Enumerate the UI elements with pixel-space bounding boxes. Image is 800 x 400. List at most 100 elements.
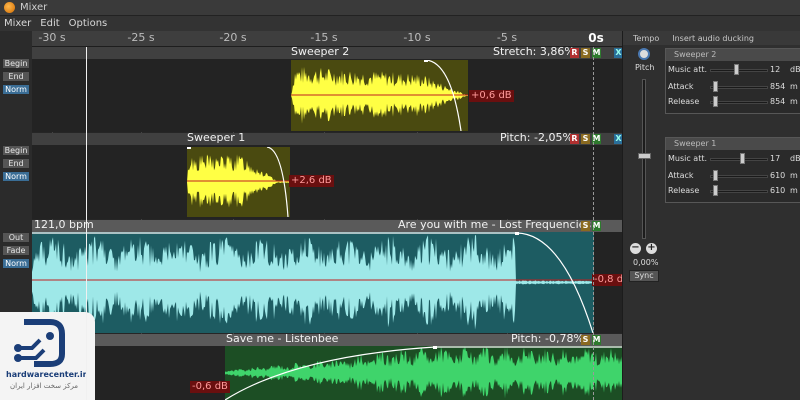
song1-out-button[interactable]: Out <box>2 232 30 243</box>
ducking-label: Music att. <box>668 65 708 74</box>
ducking-value: 610 <box>770 186 786 195</box>
sweeper1-norm-button[interactable]: Norm <box>2 171 30 182</box>
ducking-label: Release <box>668 186 700 195</box>
audio-clip[interactable] <box>32 232 594 333</box>
track-song-2[interactable]: bpm Save me - Listenbee Pitch: -0,78% S … <box>32 332 622 400</box>
track-sweeper-2[interactable]: Sweeper 2 Stretch: 3,86% R S M X +0,6 dB <box>32 47 622 132</box>
track-title: Sweeper 1 <box>187 131 246 144</box>
record-icon[interactable]: R <box>570 48 579 58</box>
ducking-row-music-att: Music att. 12 dB <box>666 64 800 76</box>
gain-label: +0,6 dB <box>469 90 514 102</box>
track-bpm: 121,0 bpm <box>34 218 94 231</box>
title-bar: Mixer <box>0 0 800 16</box>
gain-label: -0,6 dB <box>190 381 230 393</box>
tracks-area[interactable]: Sweeper 2 Stretch: 3,86% R S M X +0,6 dB… <box>32 47 622 400</box>
ducking-row-attack: Attack 854 m <box>666 81 800 93</box>
song1-fade-button[interactable]: Fade <box>2 245 30 256</box>
track-body: +2,6 dB <box>32 145 622 219</box>
track-sweeper-1[interactable]: Sweeper 1 Pitch: -2,05% R S M X +2,6 dB <box>32 131 622 219</box>
close-icon[interactable]: X <box>614 48 622 58</box>
tick-label: -20 s <box>219 31 247 44</box>
ducking-slider-thumb[interactable] <box>712 170 718 181</box>
track-body: +0,6 dB <box>32 59 622 132</box>
ducking-group-title: Sweeper 2 <box>666 49 800 61</box>
solo-icon[interactable]: S <box>581 134 590 144</box>
circuit-logo-icon <box>14 319 65 367</box>
sweeper1-begin-button[interactable]: Begin <box>2 145 30 156</box>
ducking-value: 610 <box>770 171 786 180</box>
tab-tempo[interactable]: Tempo <box>633 34 659 43</box>
watermark-site: hardwarecenter.ir <box>6 370 87 379</box>
pitch-slider[interactable] <box>642 79 646 239</box>
solo-icon[interactable]: S <box>581 335 590 345</box>
ducking-value: 854 <box>770 97 786 106</box>
ducking-slider[interactable] <box>710 86 768 89</box>
ducking-value: 854 <box>770 82 786 91</box>
track-body: -0,8 dB <box>32 232 622 333</box>
ducking-group-title: Sweeper 1 <box>666 138 800 150</box>
audio-clip[interactable] <box>291 60 468 131</box>
waveform <box>291 60 468 131</box>
ducking-unit: m <box>790 171 798 180</box>
sweeper2-end-button[interactable]: End <box>2 71 30 82</box>
audio-clip[interactable] <box>225 346 622 400</box>
ducking-slider[interactable] <box>710 175 768 178</box>
track-header: bpm Save me - Listenbee Pitch: -0,78% S … <box>32 332 622 346</box>
close-icon[interactable]: X <box>614 134 622 144</box>
tick-label-zero: 0s <box>588 31 604 45</box>
ducking-slider-thumb[interactable] <box>712 185 718 196</box>
track-song-1[interactable]: 121,0 bpm Are you with me - Lost Frequen… <box>32 218 622 333</box>
track-pitch: Pitch: -2,05% <box>500 131 573 144</box>
tab-insert-audio-ducking[interactable]: Insert audio ducking <box>672 34 754 43</box>
sweeper2-begin-button[interactable]: Begin <box>2 58 30 69</box>
ducking-slider-thumb[interactable] <box>712 96 718 107</box>
ducking-slider-thumb[interactable] <box>739 153 745 164</box>
pitch-plus-button[interactable]: + <box>646 243 657 254</box>
ducking-unit: m <box>790 186 798 195</box>
solo-icon[interactable]: S <box>581 221 590 231</box>
tick-label: -5 s <box>496 31 518 44</box>
ducking-slider-thumb[interactable] <box>712 81 718 92</box>
track-header: Sweeper 1 Pitch: -2,05% R S M X <box>32 131 622 145</box>
ducking-slider[interactable] <box>710 190 768 193</box>
audio-clip[interactable] <box>187 147 290 217</box>
track-stretch: Stretch: 3,86% <box>493 47 575 58</box>
pitch-minus-button[interactable]: − <box>630 243 641 254</box>
watermark-tagline: مرکز سخت افزار ایران <box>10 382 79 390</box>
sync-button[interactable]: Sync <box>629 270 659 282</box>
ducking-slider-thumb[interactable] <box>734 64 740 75</box>
ducking-row-attack: Attack 610 m <box>666 170 800 182</box>
waveform <box>225 346 622 400</box>
solo-icon[interactable]: S <box>581 48 590 58</box>
menu-edit[interactable]: Edit <box>40 18 59 29</box>
record-icon[interactable]: R <box>570 134 579 144</box>
ducking-unit: m <box>790 82 798 91</box>
waveform <box>187 147 290 217</box>
right-panel: Tempo Insert audio ducking Pitch − + 0,0… <box>622 31 800 400</box>
ducking-slider[interactable] <box>710 101 768 104</box>
sweeper1-end-button[interactable]: End <box>2 158 30 169</box>
sweeper2-norm-button[interactable]: Norm <box>2 84 30 95</box>
playhead[interactable] <box>86 47 87 400</box>
menu-options[interactable]: Options <box>69 18 108 29</box>
track-title: Are you with me - Lost Frequencies <box>398 218 592 231</box>
track-body: -0,6 dB <box>32 346 622 400</box>
track-header: Sweeper 2 Stretch: 3,86% R S M X <box>32 47 622 59</box>
track-title: Save me - Listenbee <box>226 332 339 345</box>
song1-norm-button[interactable]: Norm <box>2 258 30 269</box>
pitch-reset-icon[interactable] <box>638 48 650 60</box>
waveform <box>32 232 594 333</box>
pitch-slider-thumb[interactable] <box>638 153 651 159</box>
tick-label: -15 s <box>310 31 338 44</box>
ducking-label: Attack <box>668 171 694 180</box>
time-ruler[interactable]: -30 s -25 s -20 s -15 s -10 s -5 s 0s <box>32 31 622 47</box>
gain-label: -0,8 dB <box>592 274 622 286</box>
tick-label: -10 s <box>403 31 431 44</box>
tick-label: -25 s <box>127 31 155 44</box>
menu-mixer[interactable]: Mixer <box>4 18 31 29</box>
window-title: Mixer <box>20 2 48 13</box>
ducking-unit: dB <box>790 65 800 74</box>
pitch-value: 0,00% <box>633 258 659 267</box>
ducking-label: Music att. <box>668 154 708 163</box>
ducking-row-release: Release 854 m <box>666 96 800 108</box>
